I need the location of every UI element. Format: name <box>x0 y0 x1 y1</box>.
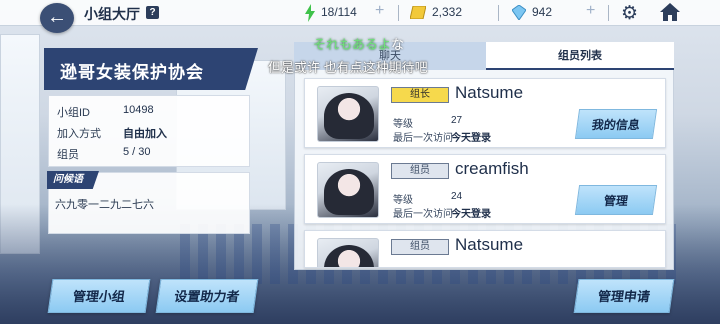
last-visit-value: 今天登录 <box>451 133 491 144</box>
lightning-icon <box>305 4 315 22</box>
role-badge: 组长 <box>391 87 449 103</box>
add-gems-icon[interactable]: + <box>586 2 595 20</box>
role-badge: 组员 <box>391 163 449 179</box>
set-helper-button[interactable]: 设置助力者 <box>155 279 259 313</box>
club-info-card: 小组ID 10498 加入方式 自由加入 组员 5 / 30 <box>48 95 250 167</box>
level-label: 等级 <box>393 195 413 206</box>
subtitle-white-text: な <box>391 37 405 52</box>
manage-member-button[interactable]: 管理 <box>574 185 658 215</box>
divider <box>608 5 609 21</box>
top-bar: 小组大厅 ? 18/114 + 2,332 942 + ⚙ <box>0 0 720 26</box>
level-label: 等级 <box>393 119 413 130</box>
level-value: 24 <box>451 191 463 202</box>
back-arrow-icon: ← <box>47 6 67 28</box>
add-ap-icon[interactable]: + <box>375 2 384 20</box>
subtitle-line-2: 但是或许 也有点这种期待吧 <box>268 60 428 75</box>
back-button[interactable]: ← <box>40 3 74 33</box>
avatar[interactable] <box>317 162 379 218</box>
divider <box>498 5 499 21</box>
role-badge: 组员 <box>391 239 449 255</box>
page-title: 小组大厅 <box>84 6 140 22</box>
info-label-members: 组员 <box>57 149 79 161</box>
divider <box>398 5 399 21</box>
credit-icon <box>410 6 426 19</box>
member-name: Natsume <box>455 235 524 254</box>
greeting-card: 问候语 六九零一二九二七六 <box>47 171 250 234</box>
credits-counter: 2,332 <box>432 5 463 19</box>
tab-members-label: 组员列表 <box>558 50 602 62</box>
avatar-portrait <box>324 169 374 215</box>
info-value-join: 自由加入 <box>123 128 167 140</box>
avatar-portrait <box>324 93 374 139</box>
greeting-text: 六九零一二九二七六 <box>55 199 154 211</box>
last-visit-label: 最后一次访问 <box>393 133 453 144</box>
gems-counter: 942 <box>532 5 553 19</box>
home-icon[interactable] <box>659 2 681 22</box>
manage-requests-button[interactable]: 管理申请 <box>573 279 675 313</box>
avatar-portrait <box>324 245 374 267</box>
manage-group-button[interactable]: 管理小组 <box>47 279 151 313</box>
subtitle-line-1: それもあるよな <box>313 34 404 53</box>
avatar[interactable] <box>317 238 379 267</box>
member-name: creamfish <box>455 159 529 178</box>
last-visit-label: 最后一次访问 <box>393 209 453 220</box>
tab-members[interactable]: 组员列表 <box>486 42 674 70</box>
level-value: 27 <box>451 115 463 126</box>
gear-icon[interactable]: ⚙ <box>621 2 638 25</box>
info-value-members: 5 / 30 <box>123 146 151 158</box>
avatar[interactable] <box>317 86 379 142</box>
member-name: Natsume <box>455 83 524 102</box>
greeting-tag: 问候语 <box>47 171 99 189</box>
last-visit-value: 今天登录 <box>451 209 491 220</box>
info-label-join: 加入方式 <box>57 128 101 140</box>
subtitle-green-text: それもあるよ <box>313 37 392 52</box>
member-row: 组员 creamfish 等级 24 最后一次访问 今天登录 管理 <box>304 154 666 224</box>
gem-icon <box>512 5 526 20</box>
club-name: 逊哥女装保护协会 <box>60 63 204 82</box>
ap-counter: 18/114 <box>321 5 357 19</box>
info-label-id: 小组ID <box>57 107 90 119</box>
member-row: 组长 Natsume 等级 27 最后一次访问 今天登录 我的信息 <box>304 78 666 148</box>
help-icon[interactable]: ? <box>146 6 159 19</box>
info-value-id: 10498 <box>123 104 154 116</box>
my-info-button[interactable]: 我的信息 <box>574 109 658 139</box>
member-row: 组员 Natsume <box>304 230 666 268</box>
